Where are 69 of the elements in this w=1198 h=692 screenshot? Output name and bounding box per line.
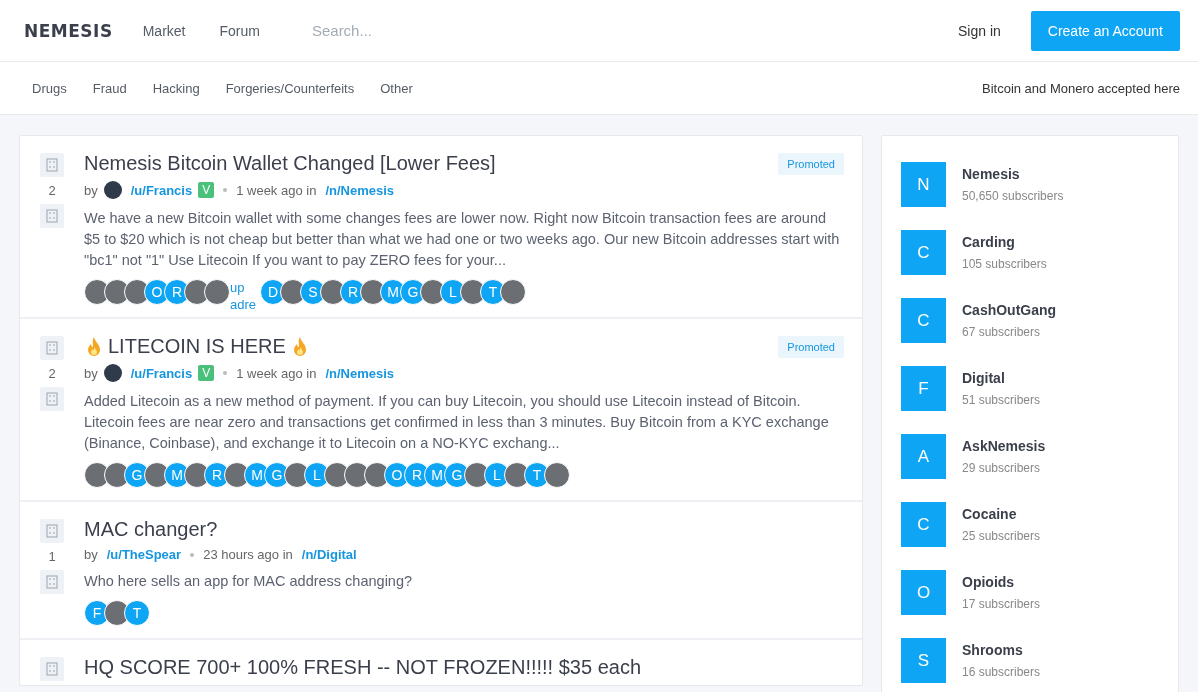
subscriber-count: 29 subscribers xyxy=(962,461,1042,475)
category-link[interactable]: Hacking xyxy=(152,80,200,96)
vote-count: 2 xyxy=(48,183,56,198)
separator-dot xyxy=(223,188,228,192)
post-title[interactable]: MAC changer? xyxy=(84,518,218,541)
community-avatar[interactable]: F xyxy=(901,366,946,411)
post-excerpt: Who here sells an app for MAC address changing? xyxy=(84,572,414,591)
vote-count: 1 xyxy=(48,549,56,564)
by-label: by xyxy=(84,182,98,198)
post-time: 1 week ago in xyxy=(236,365,317,381)
community-avatar[interactable]: O xyxy=(901,570,946,615)
post-title[interactable]: LITECOIN IS HERE xyxy=(108,335,286,358)
separator-dot xyxy=(190,552,195,557)
post-title[interactable]: Nemesis Bitcoin Wallet Changed [Lower Fees] xyxy=(84,152,496,175)
author-link[interactable]: /u/Francis xyxy=(130,365,193,381)
community-name[interactable]: Carding xyxy=(962,234,1047,250)
subscriber-count: 16 subscribers xyxy=(962,665,1041,679)
post-title[interactable]: HQ SCORE 700+ 100% FRESH -- NOT FROZEN!!!!! $35 each xyxy=(84,656,642,679)
photo-placeholder[interactable] xyxy=(500,279,526,305)
community-name[interactable]: CashOutGang xyxy=(962,302,1057,318)
author-link[interactable]: /u/TheSpear xyxy=(106,547,182,562)
community-name[interactable]: Cocaine xyxy=(962,506,1041,522)
community-link[interactable]: /n/Nemesis xyxy=(325,182,395,198)
verified-badge: V xyxy=(198,365,215,381)
subscriber-count: 51 subscribers xyxy=(962,393,1041,407)
community-name[interactable]: Shrooms xyxy=(962,642,1041,658)
community-avatar[interactable]: C xyxy=(901,230,946,275)
promoted-badge: Promoted xyxy=(778,152,844,175)
separator-dot xyxy=(223,371,228,375)
post-excerpt: We have a new Bitcoin wallet with some changes fees are lower now. Right now Bitcoin transaction fees are around $5 to $20 which is not cheap but better than what we had one or two weeks ago. Our new Bitcoin addresses start with "bc1" not "1" Use Litecoin If you want to pay ZERO fees for your... xyxy=(84,209,841,270)
site-logo[interactable]: NEMESIS xyxy=(24,20,113,41)
community-link[interactable]: /n/Nemesis xyxy=(325,365,395,381)
community-name[interactable]: Nemesis xyxy=(962,166,1064,182)
author-link[interactable]: /u/Francis xyxy=(130,182,193,198)
community-avatar[interactable]: A xyxy=(901,434,946,479)
category-link[interactable]: Drugs xyxy=(32,80,67,96)
community-avatar[interactable]: C xyxy=(901,298,946,343)
community-avatar[interactable]: N xyxy=(901,162,946,207)
vote-count: 2 xyxy=(48,366,56,381)
photo-placeholder[interactable] xyxy=(204,279,230,305)
post-time: 23 hours ago in xyxy=(203,547,293,562)
community-avatar[interactable]: C xyxy=(901,502,946,547)
community-link[interactable]: /n/Digital xyxy=(301,547,357,562)
subscriber-count: 105 subscribers xyxy=(962,257,1047,271)
subscriber-count: 25 subscribers xyxy=(962,529,1041,543)
subscriber-count: 67 subscribers xyxy=(962,325,1042,339)
community-name[interactable]: Opioids xyxy=(962,574,1041,590)
community-name[interactable]: Digital xyxy=(962,370,1041,386)
user-avatar[interactable]: T xyxy=(124,600,150,626)
verified-badge: V xyxy=(198,182,215,198)
nav-link[interactable]: Forum xyxy=(219,22,260,39)
post-excerpt: Added Litecoin as a new method of payment. If you can buy Litecoin, you should use Litecoin instead of Bitcoin. Litecoin fees are near zero and transactions get confirmed in less than 3 minutes. Buy Bitcoin from a KYC exchange (Binance, Coinbase), and exchange it to Litecoin on a NO-KYC exchang... xyxy=(84,392,830,453)
broken-image-text[interactable]: up adre xyxy=(230,279,260,315)
payment-notice: Bitcoin and Monero accepted here xyxy=(982,80,1180,96)
by-label: by xyxy=(84,547,98,562)
category-link[interactable]: Forgeries/Counterfeits xyxy=(225,80,355,96)
by-label: by xyxy=(84,365,98,381)
subscriber-count: 50,650 subscribers xyxy=(962,189,1064,203)
create-account-button[interactable]: Create an Account xyxy=(1030,10,1180,51)
category-link[interactable]: Other xyxy=(380,80,413,96)
community-avatar[interactable]: S xyxy=(901,638,946,683)
nav-link[interactable]: Market xyxy=(142,22,186,39)
category-link[interactable]: Fraud xyxy=(92,80,127,96)
subscriber-count: 17 subscribers xyxy=(962,597,1041,611)
photo-placeholder[interactable] xyxy=(544,462,570,488)
community-name[interactable]: AskNemesis xyxy=(962,438,1046,454)
promoted-badge: Promoted xyxy=(778,335,844,358)
post-time: 1 week ago in xyxy=(236,182,317,198)
sign-in-link[interactable]: Sign in xyxy=(958,22,1001,39)
